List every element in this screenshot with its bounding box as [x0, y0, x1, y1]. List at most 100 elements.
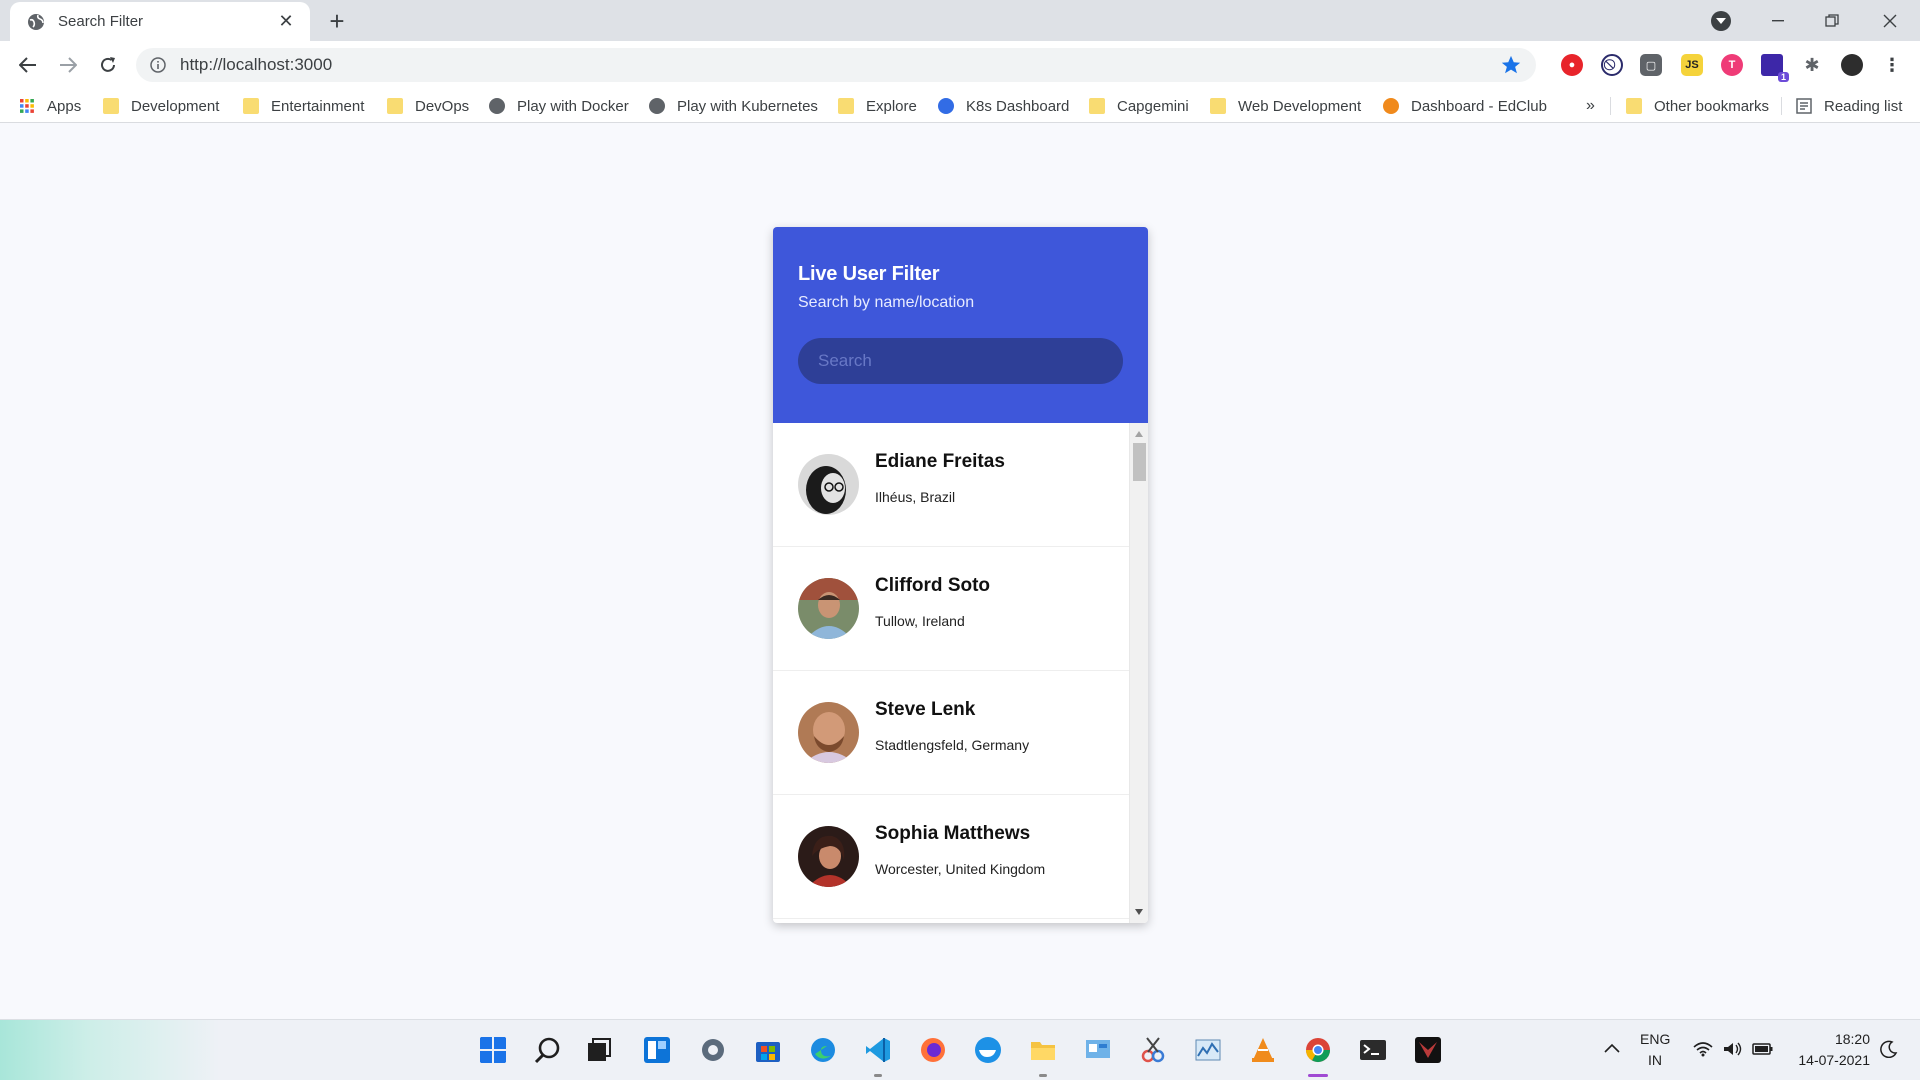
new-tab-button[interactable]: + [322, 6, 352, 36]
back-button[interactable] [12, 49, 44, 81]
clock-date[interactable]: 14-07-2021 [1790, 1052, 1870, 1068]
close-window-button[interactable] [1866, 0, 1914, 41]
file-explorer-icon[interactable] [1029, 1036, 1057, 1064]
active-app-indicator [1308, 1074, 1328, 1077]
search-input[interactable] [798, 338, 1123, 384]
user-location: Worcester, United Kingdom [875, 860, 1046, 877]
list-item[interactable]: Steve Lenk Stadtlengsfeld, Germany [773, 671, 1129, 795]
focus-moon-icon[interactable] [1880, 1040, 1898, 1058]
bookmark-play-with-kubernetes[interactable]: Play with Kubernetes [649, 89, 818, 123]
url-text[interactable]: http://localhost:3000 [180, 55, 332, 75]
language-indicator[interactable]: ENG [1640, 1031, 1670, 1047]
address-bar[interactable]: http://localhost:3000 [136, 48, 1536, 82]
avatar [798, 454, 859, 515]
docker-icon[interactable] [974, 1036, 1002, 1064]
windows-start-icon[interactable] [479, 1036, 507, 1064]
user-name: Clifford Soto [875, 574, 991, 596]
close-tab-icon[interactable]: ✕ [276, 11, 296, 32]
widgets-icon[interactable] [643, 1036, 671, 1064]
list-item[interactable]: Sophia Matthews Worcester, United Kingdo… [773, 795, 1129, 919]
list-item[interactable]: Ediane Freitas Ilhéus, Brazil [773, 423, 1129, 547]
bookmark-play-with-docker[interactable]: Play with Docker [489, 89, 629, 123]
folder-icon [1210, 98, 1226, 114]
puzzle-icon[interactable]: ✱ [1801, 54, 1823, 76]
t-extension-icon[interactable]: T [1721, 54, 1743, 76]
microsoft-store-icon[interactable] [754, 1036, 782, 1064]
folder-icon [103, 98, 119, 114]
bookmark-other-bookmarks[interactable]: Other bookmarks [1626, 89, 1769, 123]
settings-gear-icon[interactable] [699, 1036, 727, 1064]
menu-kebab-icon[interactable]: ⋮ [1881, 54, 1903, 76]
bookmark-development[interactable]: Development [103, 89, 219, 123]
bookmark-dashboard-edclub[interactable]: Dashboard - EdClub [1383, 89, 1547, 123]
globe-icon [489, 98, 505, 114]
user-info: Sophia Matthews Worcester, United Kingdo… [875, 823, 1045, 877]
scroll-thumb[interactable] [1133, 443, 1146, 481]
arrow-right-icon [60, 57, 77, 73]
tab-search-filter[interactable]: Search Filter ✕ [10, 2, 310, 41]
bookmark-divider [1610, 97, 1611, 115]
user-location: Ilhéus, Brazil [875, 488, 956, 505]
wifi-icon[interactable] [1693, 1041, 1713, 1057]
battery-icon[interactable] [1752, 1041, 1774, 1057]
bookmark-k8s-dashboard[interactable]: K8s Dashboard [938, 89, 1069, 123]
clock-time[interactable]: 18:20 [1790, 1031, 1870, 1047]
snipping-tool-icon[interactable] [1139, 1036, 1167, 1064]
folder-icon [387, 98, 403, 114]
block-extension-icon[interactable]: ⃠ [1601, 54, 1623, 76]
firefox-icon[interactable] [919, 1036, 947, 1064]
adblock-extension-icon[interactable]: ● [1561, 54, 1583, 76]
tab-search-dropdown-icon[interactable] [1711, 11, 1731, 31]
bookmark-explore[interactable]: Explore [838, 89, 917, 123]
reading-list-button[interactable]: Reading list [1796, 89, 1902, 123]
js-extension-icon[interactable]: JS [1681, 54, 1703, 76]
extension-square-icon[interactable]: ▢ [1640, 54, 1662, 76]
bookmark-entertainment[interactable]: Entertainment [243, 89, 364, 123]
page-content: Live User Filter Search by name/location… [0, 124, 1920, 1019]
bookmark-apps[interactable]: Apps [19, 89, 81, 123]
bookmark-star-icon[interactable] [1500, 54, 1522, 76]
region-indicator[interactable]: IN [1640, 1052, 1670, 1068]
reload-button[interactable] [92, 49, 124, 81]
globe-icon [649, 98, 665, 114]
shield-extension-icon[interactable]: 1 [1761, 54, 1789, 82]
user-info: Ediane Freitas Ilhéus, Brazil [875, 451, 1005, 505]
terminal-icon[interactable] [1359, 1036, 1387, 1064]
extension-badge: 1 [1777, 72, 1789, 82]
user-name: Sophia Matthews [875, 822, 1031, 844]
predator-sense-icon[interactable] [1414, 1036, 1442, 1064]
search-icon[interactable] [534, 1036, 562, 1064]
bookmark-divider [1781, 97, 1782, 115]
user-list-container[interactable]: Ediane Freitas Ilhéus, Brazil Clifford S… [773, 423, 1148, 923]
scroll-down-arrow-icon[interactable] [1135, 909, 1143, 915]
tab-title: Search Filter [58, 13, 144, 30]
resource-monitor-icon[interactable] [1194, 1036, 1222, 1064]
info-icon[interactable] [150, 57, 166, 73]
restore-button[interactable] [1808, 0, 1856, 41]
chrome-icon[interactable] [1304, 1036, 1332, 1064]
more-bookmarks-button[interactable]: » [1586, 89, 1595, 123]
taskbar: ENG IN 18:20 14-07-2021 [0, 1019, 1920, 1080]
minimize-button[interactable] [1754, 0, 1802, 41]
task-view-icon[interactable] [585, 1036, 613, 1064]
edge-browser-icon[interactable] [809, 1036, 837, 1064]
control-panel-icon[interactable] [1084, 1036, 1112, 1064]
folder-icon [1089, 98, 1105, 114]
volume-icon[interactable] [1722, 1041, 1742, 1057]
bookmark-web-development[interactable]: Web Development [1210, 89, 1361, 123]
forward-button[interactable] [52, 49, 84, 81]
scroll-up-arrow-icon[interactable] [1135, 431, 1143, 437]
bookmark-capgemini[interactable]: Capgemini [1089, 89, 1189, 123]
vlc-icon[interactable] [1249, 1036, 1277, 1064]
show-hidden-icons-icon[interactable] [1604, 1043, 1620, 1053]
tab-strip: Search Filter ✕ + [0, 0, 1920, 41]
folder-icon [1626, 98, 1642, 114]
vscode-icon[interactable] [864, 1036, 892, 1064]
avatar [798, 826, 859, 887]
list-scrollbar[interactable] [1129, 423, 1148, 923]
bookmark-devops[interactable]: DevOps [387, 89, 469, 123]
card-subtitle: Search by name/location [798, 294, 975, 311]
avatar-icon[interactable] [1841, 54, 1863, 76]
list-item[interactable]: Clifford Soto Tullow, Ireland [773, 547, 1129, 671]
apps-grid-icon [20, 99, 34, 113]
